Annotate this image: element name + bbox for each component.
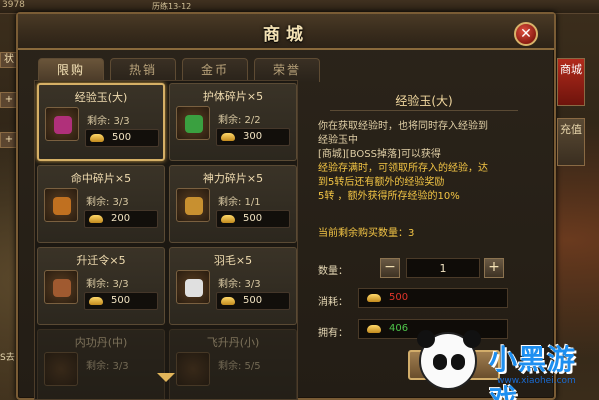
desc-line: 到5转后还有额外的经验奖励 xyxy=(318,177,445,188)
item-name: 升迁令×5 xyxy=(76,254,126,267)
cost-value-box: 500 xyxy=(358,288,508,308)
item-card-hit-fragment[interactable]: 命中碎片×5 剩余: 3/3 200 xyxy=(37,165,165,243)
gold-ingot-icon xyxy=(221,297,235,305)
hit-fragment-icon xyxy=(44,188,78,222)
gold-ingot-icon xyxy=(367,294,381,302)
close-button[interactable]: ✕ xyxy=(514,22,538,46)
item-name: 神力碎片×5 xyxy=(202,172,264,185)
tab-limited[interactable]: 限购 xyxy=(38,58,104,82)
item-name: 内功丹(中) xyxy=(74,336,128,349)
detail-description: 你在获取经验时，也将同时存入经验到 经验玉中 [商城][BOSS掉落]可以获得 … xyxy=(318,120,528,204)
item-name: 护体碎片×5 xyxy=(202,90,264,103)
power-fragment-icon xyxy=(176,188,210,222)
gold-ingot-icon xyxy=(89,215,103,223)
item-remaining: 剩余: 1/1 xyxy=(218,197,261,208)
gold-ingot-icon xyxy=(367,325,381,333)
watermark-brand: 小黑游戏 xyxy=(489,343,577,400)
gold-ingot-icon xyxy=(90,134,104,142)
watermark-logo: 小黑游戏 www.xiaohei.com xyxy=(405,330,599,400)
hud-level: 历练13-12 xyxy=(152,2,192,11)
hud-stat: 3978 xyxy=(2,0,25,10)
inner-pill-icon xyxy=(44,352,78,386)
gold-ingot-icon xyxy=(221,215,235,223)
left-bottom-label: S去 xyxy=(0,353,15,363)
item-price: 500 xyxy=(216,210,290,228)
item-card-promotion-token[interactable]: 升迁令×5 剩余: 3/3 500 xyxy=(37,247,165,325)
scroll-down-icon[interactable] xyxy=(157,373,175,382)
item-price: 200 xyxy=(84,210,158,228)
quantity-minus-button[interactable]: − xyxy=(380,258,400,278)
gold-ingot-icon xyxy=(89,297,103,305)
item-card-power-fragment[interactable]: 神力碎片×5 剩余: 1/1 500 xyxy=(169,165,297,243)
item-remaining: 剩余: 3/3 xyxy=(86,279,129,290)
detail-title: 经验玉(大) xyxy=(395,94,453,108)
item-name: 羽毛×5 xyxy=(213,254,253,267)
item-price: 500 xyxy=(84,292,158,310)
watermark-url: www.xiaohei.com xyxy=(497,376,576,386)
item-remaining: 剩余: 3/3 xyxy=(86,197,129,208)
guard-fragment-icon xyxy=(176,106,210,140)
desc-line: 经验存满时，可领取所存入的经验，达 xyxy=(318,163,488,174)
quantity-label: 数量： xyxy=(318,266,348,277)
panda-mascot-icon xyxy=(417,330,481,390)
side-tab-recharge[interactable]: 充值 xyxy=(557,118,585,166)
item-remaining: 剩余: 3/3 xyxy=(86,361,129,372)
item-price: 500 xyxy=(216,292,290,310)
item-name: 飞升丹(小) xyxy=(206,336,260,349)
item-grid: 经验玉(大) 剩余: 3/3 500 护体碎片×5 剩余: 2/2 300 命中… xyxy=(34,80,298,400)
detail-divider xyxy=(330,110,518,111)
item-remaining: 剩余: 3/3 xyxy=(218,279,261,290)
gold-ingot-icon xyxy=(221,133,235,141)
desc-line: 你在获取经验时，也将同时存入经验到 xyxy=(318,121,488,132)
cost-value: 500 xyxy=(389,292,409,303)
item-remaining: 剩余: 5/5 xyxy=(218,361,261,372)
item-name: 经验玉(大) xyxy=(74,91,128,104)
ascend-pill-icon xyxy=(176,352,210,386)
item-remaining: 剩余: 2/2 xyxy=(218,115,261,126)
side-tab-shop[interactable]: 商城 xyxy=(557,58,585,106)
feather-icon xyxy=(176,270,210,304)
item-price: 500 xyxy=(85,129,159,147)
window-title: 商城 xyxy=(263,25,309,45)
desc-line: [商城][BOSS掉落]可以获得 xyxy=(318,149,441,160)
desc-line: 5转 ，额外获得所存经验的10% xyxy=(318,191,460,202)
remaining-buy-count: 当前剩余购买数量：3 xyxy=(318,228,415,239)
item-card-feather[interactable]: 羽毛×5 剩余: 3/3 500 xyxy=(169,247,297,325)
tab-honor[interactable]: 荣誉 xyxy=(254,58,320,82)
item-card-inner-pill[interactable]: 内功丹(中) 剩余: 3/3 xyxy=(37,329,165,399)
owned-label: 拥有： xyxy=(318,328,348,339)
tab-gold[interactable]: 金币 xyxy=(182,58,248,82)
promotion-token-icon xyxy=(44,270,78,304)
item-price: 300 xyxy=(216,128,290,146)
tab-hot[interactable]: 热销 xyxy=(110,58,176,82)
window-titlebar: 商城 ✕ xyxy=(18,14,554,50)
item-card-ascend-pill[interactable]: 飞升丹(小) 剩余: 5/5 xyxy=(169,329,297,399)
item-card-guard-fragment[interactable]: 护体碎片×5 剩余: 2/2 300 xyxy=(169,83,297,161)
exp-jade-icon xyxy=(45,107,79,141)
quantity-plus-button[interactable]: + xyxy=(484,258,504,278)
item-remaining: 剩余: 3/3 xyxy=(87,116,130,127)
item-name: 命中碎片×5 xyxy=(70,172,132,185)
item-card-exp-jade[interactable]: 经验玉(大) 剩余: 3/3 500 xyxy=(37,83,165,161)
desc-line: 经验玉中 xyxy=(318,135,358,146)
quantity-input[interactable] xyxy=(406,258,480,278)
cost-label: 消耗： xyxy=(318,297,348,308)
